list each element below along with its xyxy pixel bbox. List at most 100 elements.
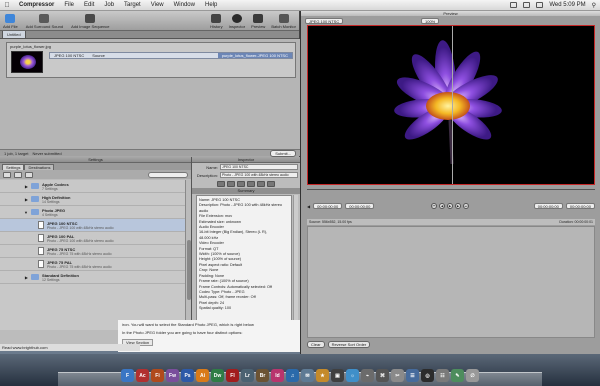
- batch-tab-untitled[interactable]: Untitled: [2, 30, 26, 38]
- battery-icon[interactable]: [510, 2, 518, 8]
- settings-filter-field[interactable]: [148, 171, 188, 178]
- step-back-icon[interactable]: ◀: [439, 203, 445, 209]
- filters-tab-icon[interactable]: [247, 180, 255, 187]
- preview-scrubber[interactable]: [307, 189, 595, 195]
- add-setting-button[interactable]: [3, 171, 11, 178]
- clear-button[interactable]: Clear: [307, 341, 325, 348]
- dock-app-icon[interactable]: ☰: [406, 369, 419, 382]
- volume-icon[interactable]: [536, 2, 544, 8]
- dock-app-icon[interactable]: ☼: [346, 369, 359, 382]
- settings-scroll-thumb[interactable]: [187, 240, 191, 300]
- menu-view[interactable]: View: [146, 2, 169, 8]
- setting-jpeg-75-ntsc[interactable]: JPEG 75 NTSC Photo - JPEG 75 with 48kHz s…: [0, 245, 186, 258]
- disclosure-triangle-icon[interactable]: ▶: [20, 197, 28, 202]
- timecode-out[interactable]: 00:00:00;00: [533, 203, 563, 209]
- timecode-left[interactable]: 00:00:00:00: [313, 203, 343, 209]
- target-destination-label[interactable]: Source: [88, 53, 109, 58]
- dock-app-icon[interactable]: ♫: [286, 369, 299, 382]
- settings-group-standard-definition[interactable]: ▶ Standard Definition 12 Settings: [0, 271, 186, 284]
- in-point-icon[interactable]: ◀: [307, 204, 310, 209]
- encoder-tab-icon[interactable]: [227, 180, 235, 187]
- setting-jpeg-100-ntsc[interactable]: JPEG 100 NTSC Photo - JPEG 100 with 48kHz…: [0, 219, 186, 232]
- dock-app-icon[interactable]: Br: [256, 369, 269, 382]
- summary-tab-icon[interactable]: [217, 180, 225, 187]
- summary-scrollbar[interactable]: [293, 195, 298, 323]
- dock-app-icon[interactable]: ⌁: [361, 369, 374, 382]
- add-image-sequence-button[interactable]: Add Image Sequence: [71, 14, 110, 29]
- menu-app[interactable]: Compressor: [14, 2, 59, 8]
- menu-clock[interactable]: Wed 5:09 PM: [549, 2, 585, 8]
- menu-window[interactable]: Window: [169, 2, 200, 8]
- disclosure-triangle-icon[interactable]: ▶: [20, 275, 28, 280]
- geometry-tab-icon[interactable]: [257, 180, 265, 187]
- source-job[interactable]: purple_lotus_flower.jpg JPEG 100 NTSC So…: [6, 42, 296, 78]
- settings-group-apple-codecs[interactable]: ▶ Apple Codecs 7 Settings: [0, 180, 186, 193]
- dock-app-icon[interactable]: ✎: [451, 369, 464, 382]
- dock-app-icon[interactable]: ⌘: [376, 369, 389, 382]
- dock-app-icon[interactable]: Fi: [151, 369, 164, 382]
- dock-app-icon[interactable]: ☷: [436, 369, 449, 382]
- settings-group-photo-jpeg[interactable]: ▼ Photo JPEG 4 Settings: [0, 206, 186, 219]
- preview-setting-select[interactable]: JPEG 100 NTSC: [305, 17, 344, 24]
- history-button[interactable]: History: [210, 14, 223, 29]
- dock-app-icon[interactable]: ✉: [301, 369, 314, 382]
- step-forward-icon[interactable]: ▶: [455, 203, 461, 209]
- go-to-end-icon[interactable]: ⏭: [463, 203, 469, 209]
- dock-app-icon[interactable]: ▣: [331, 369, 344, 382]
- target-row[interactable]: JPEG 100 NTSC Source purple_lotus_flower…: [49, 52, 293, 59]
- inspector-button[interactable]: Inspector: [229, 14, 245, 29]
- menu-edit[interactable]: Edit: [79, 2, 99, 8]
- menu-job[interactable]: Job: [99, 2, 119, 8]
- setting-jpeg-100-pal[interactable]: JPEG 100 PAL Photo - JPEG 100 with 48kHz …: [0, 232, 186, 245]
- description-field[interactable]: Photo - JPEG 100 with 48kHz stereo audio: [220, 172, 298, 178]
- dock-app-icon[interactable]: F: [121, 369, 134, 382]
- timecode-in[interactable]: 00:00:00;00: [345, 203, 375, 209]
- target-output-name[interactable]: purple_lotus_flower-JPEG 100 NTSC: [217, 53, 292, 58]
- spotlight-icon[interactable]: ⚲: [592, 2, 596, 9]
- dock-app-icon[interactable]: Fw: [166, 369, 179, 382]
- dock-app-icon[interactable]: ★: [316, 369, 329, 382]
- tab-settings[interactable]: Settings: [2, 164, 25, 170]
- marker-list[interactable]: [307, 226, 595, 338]
- setting-jpeg-75-pal[interactable]: JPEG 75 PAL Photo - JPEG 75 with 48kHz st…: [0, 258, 186, 271]
- actions-tab-icon[interactable]: [267, 180, 275, 187]
- split-view-divider[interactable]: [452, 26, 453, 184]
- apple-menu-icon[interactable]: : [0, 2, 14, 9]
- dock-app-icon[interactable]: Id: [271, 369, 284, 382]
- settings-group-high-definition[interactable]: ▶ High Definition 14 Settings: [0, 193, 186, 206]
- batch-monitor-button[interactable]: Batch Monitor: [271, 14, 296, 29]
- reverse-sort-order-button[interactable]: Reverse Sort Order: [327, 341, 371, 348]
- delete-setting-button[interactable]: [25, 171, 33, 178]
- disclosure-triangle-icon[interactable]: ▶: [20, 184, 28, 189]
- frame-controls-tab-icon[interactable]: [237, 180, 245, 187]
- settings-scrollbar[interactable]: [185, 180, 191, 330]
- go-to-start-icon[interactable]: ⏮: [431, 203, 437, 209]
- settings-list[interactable]: ▶ Apple Codecs 7 Settings ▶ High Definiti…: [0, 180, 186, 330]
- wifi-icon[interactable]: [523, 2, 531, 8]
- submit-button[interactable]: Submit...: [270, 149, 296, 157]
- add-file-button[interactable]: Add File: [3, 14, 18, 29]
- tab-destinations[interactable]: Destinations: [24, 164, 55, 170]
- menu-help[interactable]: Help: [200, 2, 222, 8]
- preview-button[interactable]: Preview: [251, 14, 265, 29]
- menu-file[interactable]: File: [59, 2, 79, 8]
- dock-app-icon[interactable]: Ps: [181, 369, 194, 382]
- timecode-right[interactable]: 00:00:00;00: [565, 203, 595, 209]
- duplicate-setting-button[interactable]: [14, 171, 22, 178]
- dock-app-icon[interactable]: ∅: [466, 369, 479, 382]
- dock-app-icon[interactable]: ✂: [391, 369, 404, 382]
- dock-app-icon[interactable]: Dw: [211, 369, 224, 382]
- dock-app-icon[interactable]: Ai: [196, 369, 209, 382]
- name-field[interactable]: JPEG 100 NTSC: [220, 164, 298, 170]
- batch-area[interactable]: purple_lotus_flower.jpg JPEG 100 NTSC So…: [0, 39, 300, 149]
- menu-target[interactable]: Target: [119, 2, 146, 8]
- dock-app-icon[interactable]: ◎: [421, 369, 434, 382]
- preview-viewer[interactable]: [307, 25, 595, 185]
- preview-zoom-select[interactable]: 100%: [421, 17, 440, 24]
- dock-app-icon[interactable]: Ac: [136, 369, 149, 382]
- dock-app-icon[interactable]: Lr: [241, 369, 254, 382]
- target-setting[interactable]: JPEG 100 NTSC: [50, 53, 88, 58]
- play-icon[interactable]: ▶: [447, 203, 453, 209]
- disclosure-triangle-icon[interactable]: ▼: [20, 210, 28, 215]
- dock-app-icon[interactable]: Fl: [226, 369, 239, 382]
